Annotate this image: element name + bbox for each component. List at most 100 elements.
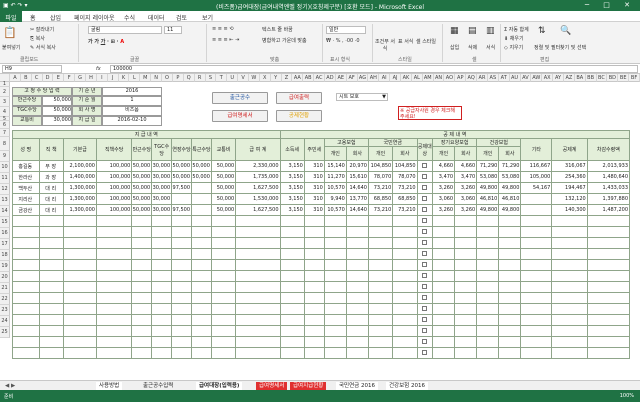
column-header[interactable]: AJ bbox=[390, 74, 402, 82]
table-cell[interactable] bbox=[210, 336, 237, 348]
column-header[interactable]: AM bbox=[422, 74, 434, 82]
table-cell[interactable]: 50,000 bbox=[131, 160, 153, 172]
sheet-tab-payment-status[interactable]: 급여지급현황 bbox=[290, 382, 327, 390]
table-cell[interactable]: 3,060 bbox=[432, 193, 456, 205]
column-header[interactable]: AW bbox=[531, 74, 543, 82]
table-cell[interactable]: 100,000 bbox=[95, 171, 133, 183]
table-cell[interactable] bbox=[454, 281, 478, 293]
deduction-checkbox[interactable] bbox=[421, 295, 427, 300]
table-cell[interactable]: 3,470 bbox=[432, 171, 456, 183]
table-cell[interactable] bbox=[551, 281, 588, 293]
table-cell[interactable] bbox=[367, 270, 394, 282]
table-cell[interactable] bbox=[367, 347, 394, 359]
table-cell[interactable] bbox=[367, 259, 394, 271]
table-cell[interactable]: 97,500 bbox=[171, 204, 193, 216]
table-cell[interactable] bbox=[367, 248, 394, 260]
table-cell[interactable] bbox=[171, 314, 193, 326]
table-cell[interactable]: 54,167 bbox=[520, 182, 553, 194]
table-cell[interactable] bbox=[210, 281, 237, 293]
column-header[interactable]: K bbox=[118, 74, 130, 82]
table-cell[interactable] bbox=[62, 215, 97, 227]
table-cell[interactable] bbox=[62, 325, 97, 337]
table-cell[interactable] bbox=[498, 314, 522, 326]
deduction-checkbox[interactable] bbox=[421, 273, 427, 278]
table-cell[interactable] bbox=[476, 259, 500, 271]
table-cell[interactable]: 310 bbox=[303, 160, 325, 172]
table-cell[interactable] bbox=[303, 215, 325, 227]
table-cell[interactable] bbox=[235, 215, 281, 227]
table-cell[interactable] bbox=[392, 248, 418, 260]
sheet-tab-health[interactable]: 건강보험 2016 bbox=[386, 382, 428, 390]
table-cell[interactable] bbox=[345, 215, 369, 227]
table-cell[interactable] bbox=[551, 259, 588, 271]
column-header[interactable]: N bbox=[151, 74, 163, 82]
table-cell[interactable] bbox=[191, 336, 212, 348]
table-cell[interactable]: 15,140 bbox=[323, 160, 347, 172]
base-year-value[interactable]: 2016 bbox=[102, 87, 162, 96]
row-header[interactable]: 15 bbox=[0, 217, 10, 228]
table-cell[interactable] bbox=[151, 270, 173, 282]
table-cell[interactable]: 3,150 bbox=[279, 204, 305, 216]
table-cell[interactable] bbox=[171, 193, 193, 205]
column-header[interactable]: AX bbox=[542, 74, 554, 82]
table-cell[interactable]: 68,850 bbox=[367, 193, 394, 205]
table-cell[interactable] bbox=[345, 347, 369, 359]
table-cell[interactable]: 대 리 bbox=[38, 204, 64, 216]
column-header[interactable]: AQ bbox=[466, 74, 478, 82]
table-cell[interactable] bbox=[279, 292, 305, 304]
deduction-checkbox[interactable] bbox=[421, 328, 427, 333]
table-cell[interactable] bbox=[38, 314, 64, 326]
table-cell[interactable] bbox=[520, 303, 553, 315]
table-cell[interactable] bbox=[454, 248, 478, 260]
column-header[interactable]: AC bbox=[314, 74, 325, 82]
paste-button[interactable]: 붙여넣기 bbox=[2, 44, 20, 51]
table-cell[interactable] bbox=[171, 248, 193, 260]
deduction-checkbox[interactable] bbox=[421, 317, 427, 322]
table-cell[interactable] bbox=[416, 347, 434, 359]
table-cell[interactable] bbox=[520, 215, 553, 227]
table-cell[interactable] bbox=[416, 303, 434, 315]
table-cell[interactable] bbox=[95, 281, 133, 293]
table-cell[interactable] bbox=[131, 336, 153, 348]
row-header[interactable]: 14 bbox=[0, 206, 10, 217]
table-cell[interactable] bbox=[323, 215, 347, 227]
table-cell[interactable] bbox=[416, 193, 434, 205]
table-cell[interactable]: 30,000 bbox=[151, 182, 173, 194]
table-cell[interactable]: 30,000 bbox=[151, 171, 173, 183]
table-cell[interactable] bbox=[392, 347, 418, 359]
sheet-tab-pension[interactable]: 국민연금 2016 bbox=[336, 382, 378, 390]
table-cell[interactable] bbox=[416, 270, 434, 282]
deduction-checkbox[interactable] bbox=[421, 229, 427, 234]
table-cell[interactable] bbox=[520, 325, 553, 337]
table-cell[interactable]: 46,810 bbox=[498, 193, 522, 205]
table-cell[interactable]: 78,070 bbox=[392, 171, 418, 183]
table-cell[interactable] bbox=[38, 226, 64, 238]
tab-view[interactable]: 보기 bbox=[202, 13, 213, 22]
table-cell[interactable] bbox=[432, 336, 456, 348]
table-cell[interactable]: 50,000 bbox=[131, 171, 153, 183]
table-cell[interactable] bbox=[131, 347, 153, 359]
table-cell[interactable] bbox=[95, 248, 133, 260]
conditional-format-button[interactable]: 조건부 서식 bbox=[374, 38, 396, 52]
table-cell[interactable]: 백두산 bbox=[12, 182, 40, 194]
table-cell[interactable] bbox=[235, 237, 281, 249]
table-cell[interactable] bbox=[520, 237, 553, 249]
table-cell[interactable] bbox=[171, 270, 193, 282]
deduction-checkbox[interactable] bbox=[421, 284, 427, 289]
table-cell[interactable] bbox=[551, 314, 588, 326]
sheet-tab-guide[interactable]: 사용방법 bbox=[96, 382, 123, 390]
table-cell[interactable] bbox=[551, 292, 588, 304]
align-buttons-2[interactable]: ≡ ≡ ≡ ⇤ ⇥ bbox=[212, 37, 239, 43]
payslip-button[interactable]: 급여명세서 bbox=[212, 110, 268, 122]
attendance-button[interactable]: 출근공수 bbox=[212, 92, 268, 104]
table-cell[interactable] bbox=[323, 325, 347, 337]
table-cell[interactable] bbox=[12, 281, 40, 293]
table-cell[interactable] bbox=[151, 237, 173, 249]
table-cell[interactable]: 53,080 bbox=[498, 171, 522, 183]
table-cell[interactable] bbox=[551, 248, 588, 260]
table-cell[interactable] bbox=[171, 325, 193, 337]
table-cell[interactable] bbox=[416, 182, 434, 194]
table-cell[interactable] bbox=[476, 237, 500, 249]
table-cell[interactable] bbox=[95, 226, 133, 238]
table-cell[interactable]: 1,627,500 bbox=[235, 204, 281, 216]
